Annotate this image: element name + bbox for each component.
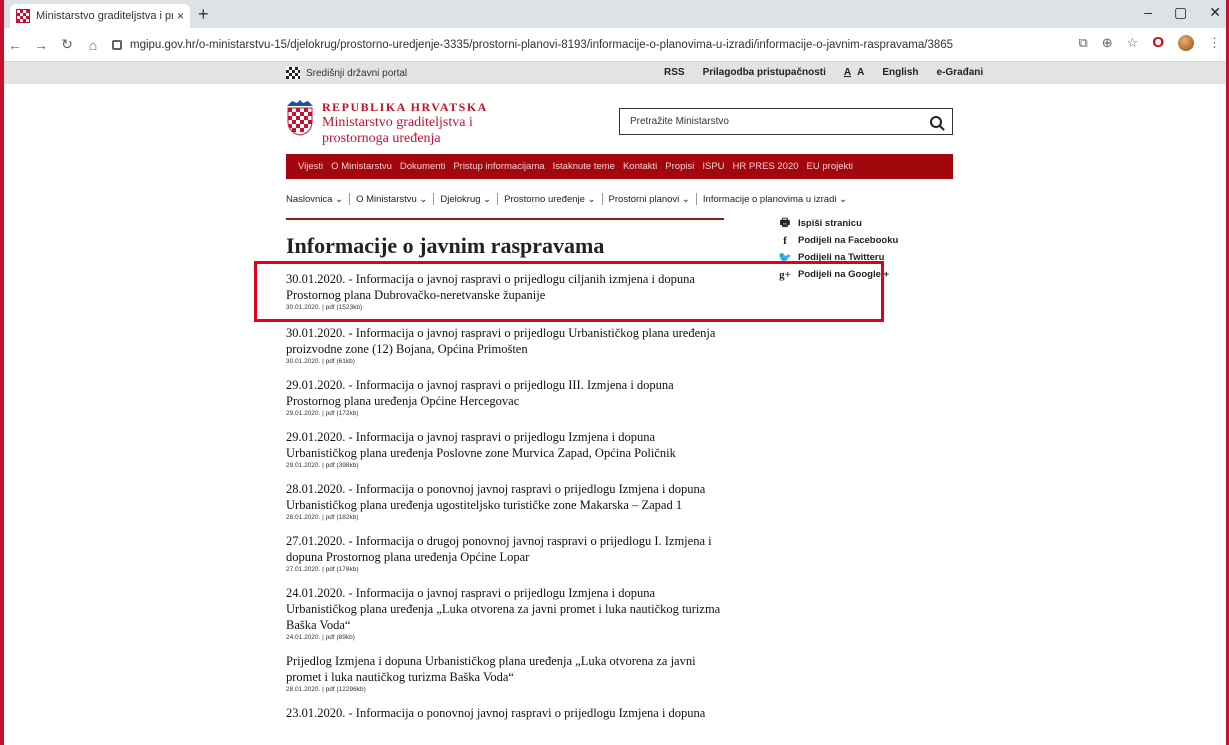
menu-item-dokumenti[interactable]: Dokumenti [400,161,445,172]
menu-item-vijesti[interactable]: Vijesti [298,161,323,172]
menu-item-pristup-informacijama[interactable]: Pristup informacijama [453,161,544,172]
item-meta[interactable]: 30.01.2020. | pdf (61kb) [286,358,726,365]
browser-tab-strip: Ministarstvo graditeljstva i prosto × + … [0,0,1229,28]
breadcrumb-djelokrug[interactable]: Djelokrug ⌄ [434,194,497,205]
breadcrumb-naslovnica[interactable]: Naslovnica ⌄ [286,194,349,205]
window-controls: – ▢ ✕ [1144,4,1221,21]
logo-text: REPUBLIKA HRVATSKA Ministarstvo graditel… [322,100,488,147]
item-title-link[interactable]: 23.01.2020. - Informacija o ponovnoj jav… [286,705,726,721]
profile-avatar[interactable] [1178,34,1194,51]
menu-dots-icon[interactable]: ⋮ [1208,35,1221,51]
list-item: 29.01.2020. - Informacija o javnoj raspr… [286,429,726,469]
item-title-link[interactable]: 28.01.2020. - Informacija o ponovnoj jav… [286,481,726,513]
item-title-link[interactable]: Prijedlog Izmjena i dopuna Urbanističkog… [286,653,726,685]
browser-extensions: ⧉ ⊕ ☆ O ⋮ [1078,34,1221,51]
font-size-small-link[interactable]: A [844,67,851,78]
item-title-link[interactable]: 29.01.2020. - Informacija o javnoj raspr… [286,377,726,409]
menu-item-eu-projekti[interactable]: EU projekti [807,161,853,172]
central-portal-label: Središnji državni portal [306,67,408,79]
print-page-label: Ispiši stranicu [798,218,862,229]
browser-tab[interactable]: Ministarstvo graditeljstva i prosto × [10,4,190,28]
item-meta[interactable]: 29.01.2020. | pdf (398kb) [286,462,726,469]
font-size-large-link[interactable]: A [857,67,864,78]
item-meta[interactable]: 29.01.2020. | pdf (172kb) [286,410,726,417]
list-item: 30.01.2020. - Informacija o javnoj raspr… [286,271,726,311]
facebook-icon: f [783,234,787,247]
breadcrumb: Naslovnica ⌄ O Ministarstvu ⌄ Djelokrug … [286,193,853,205]
menu-item-o-ministarstvu[interactable]: O Ministarstvu [331,161,392,172]
coat-of-arms-icon [287,100,313,136]
item-meta[interactable]: 28.01.2020. | pdf (182kb) [286,514,726,521]
share-facebook-link[interactable]: f Podijeli na Facebooku [778,232,898,249]
list-item: 27.01.2020. - Informacija o drugoj ponov… [286,533,726,573]
minimize-button[interactable]: – [1144,4,1152,21]
translate-icon[interactable]: ⧉ [1078,35,1087,51]
bookmark-star-icon[interactable]: ☆ [1127,35,1139,51]
site-favicon-icon [16,9,30,23]
menu-item-hr-pres[interactable]: HR PRES 2020 [733,161,799,172]
accessibility-link[interactable]: Prilagodba pristupačnosti [703,67,826,78]
menu-item-propisi[interactable]: Propisi [665,161,694,172]
list-item: 28.01.2020. - Informacija o ponovnoj jav… [286,481,726,521]
item-meta[interactable]: 24.01.2020. | pdf (89kb) [286,634,726,641]
ministry-name-line2: prostornoga uređenja [322,131,441,146]
close-window-button[interactable]: ✕ [1209,4,1221,21]
gov-strip-links: RSS Prilagodba pristupačnosti A A Englis… [664,67,983,78]
breadcrumb-o-ministarstvu[interactable]: O Ministarstvu ⌄ [350,194,433,205]
item-title-link[interactable]: 30.01.2020. - Informacija o javnoj raspr… [286,271,726,303]
tab-title: Ministarstvo graditeljstva i prosto [36,10,173,22]
republic-label: REPUBLIKA HRVATSKA [322,100,488,114]
tab-close-icon[interactable]: × [177,9,184,23]
checkerboard-icon [286,67,300,79]
list-item: 24.01.2020. - Informacija o javnoj raspr… [286,585,726,641]
item-title-link[interactable]: 27.01.2020. - Informacija o drugoj ponov… [286,533,726,565]
page-title: Informacije o javnim raspravama [286,233,605,258]
zoom-icon[interactable]: ⊕ [1102,35,1113,51]
ministry-logo[interactable]: REPUBLIKA HRVATSKA Ministarstvo graditel… [286,100,488,147]
forward-arrow-icon[interactable]: → [30,37,52,53]
menu-item-istaknute-teme[interactable]: Istaknute teme [553,161,615,172]
list-item: 23.01.2020. - Informacija o ponovnoj jav… [286,705,726,721]
item-title-link[interactable]: 29.01.2020. - Informacija o javnoj raspr… [286,429,726,461]
item-meta[interactable]: 27.01.2020. | pdf (178kb) [286,566,726,573]
opera-extension-icon[interactable]: O [1152,34,1164,51]
item-title-link[interactable]: 30.01.2020. - Informacija o javnoj raspr… [286,325,726,357]
breadcrumb-prostorno-uredjenje[interactable]: Prostorno uređenje ⌄ [498,194,601,205]
search-placeholder: Pretražite Ministarstvo [630,116,729,127]
gov-top-strip: Središnji državni portal RSS Prilagodba … [0,62,1229,84]
back-arrow-icon[interactable]: ← [4,37,26,53]
item-meta[interactable]: 30.01.2020. | pdf (1523kb) [286,304,726,311]
new-tab-button[interactable]: + [198,4,209,24]
rss-link[interactable]: RSS [664,67,685,78]
breadcrumb-informacije-o-planovima[interactable]: Informacije o planovima u izradi ⌄ [697,194,853,205]
menu-item-ispu[interactable]: ISPU [702,161,724,172]
share-facebook-label: Podijeli na Facebooku [798,235,899,246]
browser-toolbar: ← → ↻ ⌂ mgipu.gov.hr/o-ministarstvu-15/d… [0,28,1229,62]
search-input[interactable]: Pretražite Ministarstvo [619,108,953,135]
list-item: Prijedlog Izmjena i dopuna Urbanističkog… [286,653,726,693]
print-page-link[interactable]: 🖶 Ispiši stranicu [778,215,898,232]
title-divider [286,218,724,220]
home-icon[interactable]: ⌂ [82,37,104,53]
lock-icon [112,40,122,50]
printer-icon: 🖶 [779,217,791,229]
list-item: 30.01.2020. - Informacija o javnoj raspr… [286,325,726,365]
item-title-link[interactable]: 24.01.2020. - Informacija o javnoj raspr… [286,585,726,633]
list-item: 29.01.2020. - Informacija o javnoj raspr… [286,377,726,417]
e-gradani-link[interactable]: e-Građani [937,67,984,78]
breadcrumb-prostorni-planovi[interactable]: Prostorni planovi ⌄ [603,194,696,205]
menu-item-kontakti[interactable]: Kontakti [623,161,657,172]
ministry-name-line1: Ministarstvo graditeljstva i [322,115,473,130]
url-text: mgipu.gov.hr/o-ministarstvu-15/djelokrug… [130,39,954,51]
main-menu: Vijesti O Ministarstvu Dokumenti Pristup… [286,154,953,179]
english-link[interactable]: English [882,67,918,78]
address-bar[interactable]: mgipu.gov.hr/o-ministarstvu-15/djelokrug… [112,34,1062,56]
reload-icon[interactable]: ↻ [56,36,78,53]
central-portal-link[interactable]: Središnji državni portal [286,67,407,79]
item-meta[interactable]: 28.01.2020. | pdf (12296kb) [286,686,726,693]
maximize-button[interactable]: ▢ [1174,4,1187,21]
announcement-list: 30.01.2020. - Informacija o javnoj raspr… [286,271,726,733]
search-icon[interactable] [930,115,942,128]
